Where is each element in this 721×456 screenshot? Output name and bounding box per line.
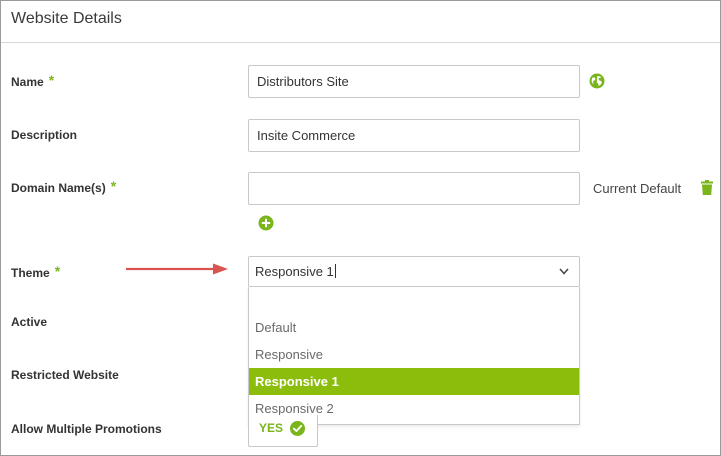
description-label: Description <box>11 128 78 142</box>
description-input[interactable]: Insite Commerce <box>248 119 580 152</box>
allow-multiple-promotions-toggle[interactable]: YES <box>248 415 318 447</box>
annotation-arrow <box>126 263 228 275</box>
allow-multiple-promotions-label: Allow Multiple Promotions <box>11 422 162 436</box>
plus-circle-icon[interactable] <box>258 215 274 231</box>
theme-label: Theme * <box>11 263 61 280</box>
domain-input[interactable] <box>248 172 580 205</box>
theme-option-default[interactable]: Default <box>249 314 579 341</box>
restricted-website-label: Restricted Website <box>11 368 119 382</box>
check-circle-icon <box>290 421 305 436</box>
website-details-panel: Website Details Name * Distributors Site … <box>0 0 721 456</box>
globe-icon[interactable] <box>589 73 605 89</box>
text-caret <box>334 264 336 278</box>
theme-option-responsive-1[interactable]: Responsive 1 <box>249 368 579 395</box>
theme-dropdown-list: Default Responsive Responsive 1 Responsi… <box>248 287 580 425</box>
required-marker: * <box>110 178 117 194</box>
name-label: Name * <box>11 72 55 89</box>
theme-select-value: Responsive 1 <box>255 264 334 279</box>
panel-header: Website Details <box>1 1 720 43</box>
panel-title: Website Details <box>11 10 122 27</box>
name-input[interactable]: Distributors Site <box>248 65 580 98</box>
required-marker: * <box>54 263 61 279</box>
required-marker: * <box>48 72 55 88</box>
theme-option-responsive[interactable]: Responsive <box>249 341 579 368</box>
trash-icon[interactable] <box>701 180 713 195</box>
current-default-label: Current Default <box>593 181 682 196</box>
domain-label: Domain Name(s) * <box>11 178 117 195</box>
theme-select[interactable]: Responsive 1 <box>248 256 580 287</box>
chevron-down-icon[interactable] <box>559 268 569 275</box>
toggle-yes-label: YES <box>259 421 284 435</box>
active-label: Active <box>11 315 48 329</box>
